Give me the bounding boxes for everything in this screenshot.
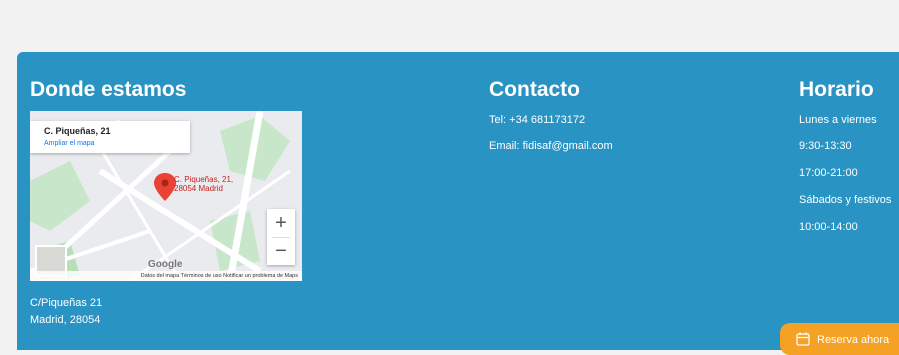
address-line-1: C/Piqueñas 21 [30, 297, 103, 309]
contact-phone[interactable]: Tel: +34 681173172 [489, 114, 585, 126]
location-heading: Donde estamos [30, 78, 187, 101]
schedule-item: 17:00-21:00 [799, 167, 858, 179]
schedule-item: Sábados y festivos [799, 194, 892, 206]
zoom-in-button[interactable]: + [267, 209, 295, 237]
schedule-item: Lunes a viernes [799, 114, 877, 126]
embedded-map[interactable]: C. Piqueñas, 21, 28054 Madrid C. Piqueña… [30, 111, 302, 281]
site-footer: Donde estamos C. Piqueñas, 21, 28054 Mad… [17, 52, 899, 350]
reserve-now-label: Reserva ahora [817, 334, 890, 346]
google-logo: Google [148, 259, 183, 270]
schedule-item: 9:30-13:30 [799, 140, 852, 152]
map-place-card: C. Piqueñas, 21 Ampliar el mapa [30, 121, 190, 153]
map-footer-links[interactable]: Datos del mapa Términos de uso Notificar… [30, 271, 302, 281]
map-place-title: C. Piqueñas, 21 [44, 126, 111, 136]
schedule-heading: Horario [799, 78, 874, 101]
contact-heading: Contacto [489, 78, 580, 101]
contact-email[interactable]: Email: fidisaf@gmail.com [489, 140, 613, 152]
reserve-now-button[interactable]: Reserva ahora [780, 323, 899, 355]
calendar-icon [796, 332, 810, 346]
address-line-2: Madrid, 28054 [30, 314, 101, 326]
pin-label: C. Piqueñas, 21, 28054 Madrid [174, 175, 234, 193]
zoom-out-button[interactable]: − [267, 237, 295, 265]
zoom-controls: + − [267, 209, 295, 265]
enlarge-map-link[interactable]: Ampliar el mapa [44, 140, 95, 147]
schedule-item: 10:00-14:00 [799, 221, 858, 233]
